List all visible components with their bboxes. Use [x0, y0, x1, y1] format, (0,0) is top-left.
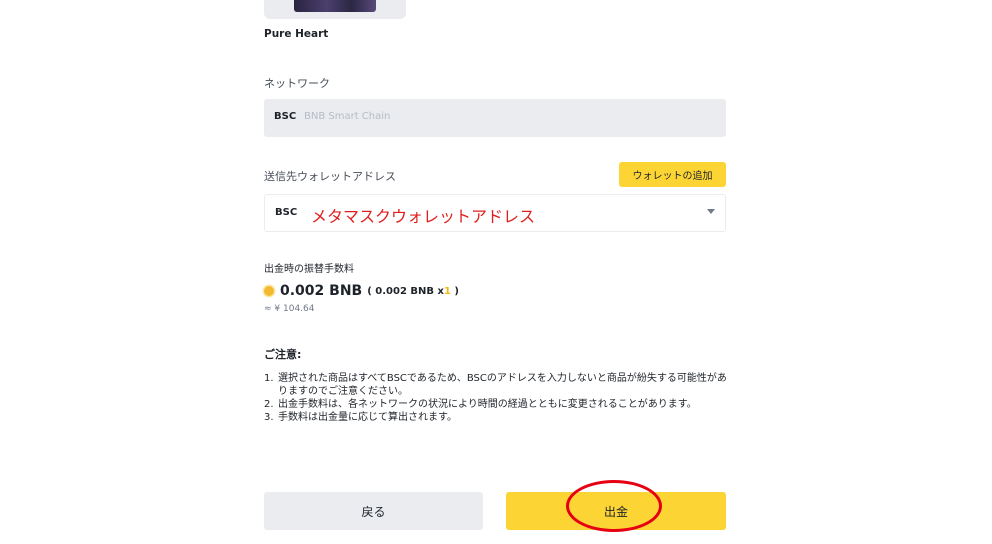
note-number: 3. — [264, 412, 274, 423]
address-label: 送信先ウォレットアドレス — [264, 170, 396, 183]
address-select[interactable]: BSC メタマスクウォレットアドレス — [264, 194, 726, 232]
note-text: 手数料は出金量に応じて算出されます。 — [278, 412, 457, 423]
back-button[interactable]: 戻る — [264, 492, 483, 530]
list-item: 1. 選択された商品はすべてBSCであるため、BSCのアドレスを入力しないと商品… — [264, 372, 730, 398]
note-number: 2. — [264, 399, 274, 410]
fee-detail: ( 0.002 BNB x1 ) — [367, 286, 459, 297]
network-code: BSC — [274, 111, 297, 122]
network-label: ネットワーク — [264, 77, 330, 90]
bnb-coin-icon — [264, 286, 274, 296]
address-network-code: BSC — [275, 207, 298, 218]
fee-label: 出金時の振替手数料 — [264, 264, 354, 275]
notes-title: ご注意: — [264, 348, 302, 361]
network-field: BSC BNB Smart Chain — [264, 99, 726, 137]
list-item: 3. 手数料は出金量に応じて算出されます。 — [264, 411, 730, 424]
nft-thumbnail — [264, 0, 406, 19]
address-value: メタマスクウォレットアドレス — [311, 207, 536, 226]
chevron-down-icon — [707, 209, 715, 214]
notes-list: 1. 選択された商品はすべてBSCであるため、BSCのアドレスを入力しないと商品… — [264, 372, 730, 424]
withdraw-button[interactable]: 出金 — [506, 492, 726, 530]
fee-row: 0.002 BNB ( 0.002 BNB x1 ) — [264, 283, 459, 299]
fee-detail-open: ( 0.002 BNB x — [367, 285, 444, 297]
withdraw-page: Pure Heart ネットワーク BSC BNB Smart Chain 送信… — [0, 0, 992, 544]
fee-amount: 0.002 BNB — [280, 283, 363, 299]
note-text: 出金手数料は、各ネットワークの状況により時間の経過とともに変更されることがありま… — [278, 399, 697, 410]
nft-image — [294, 0, 376, 12]
note-number: 1. — [264, 373, 274, 384]
add-wallet-button[interactable]: ウォレットの追加 — [619, 162, 726, 187]
note-text: 選択された商品はすべてBSCであるため、BSCのアドレスを入力しないと商品が紛失… — [278, 373, 727, 397]
nft-name: Pure Heart — [264, 28, 329, 40]
list-item: 2. 出金手数料は、各ネットワークの状況により時間の経過とともに変更されることが… — [264, 398, 730, 411]
fee-detail-close: ) — [454, 285, 459, 297]
fee-fiat-value: ≈ ¥ 104.64 — [264, 304, 315, 314]
network-name: BNB Smart Chain — [304, 111, 391, 122]
fee-multiplier: 1 — [443, 285, 451, 297]
